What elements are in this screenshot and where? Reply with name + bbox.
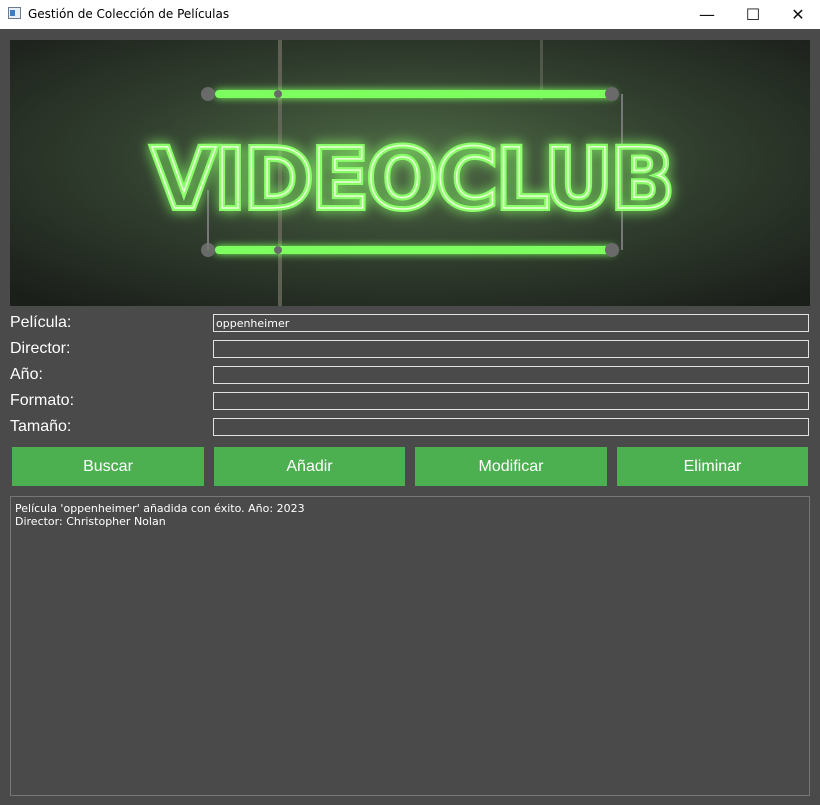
delete-button[interactable]: Eliminar [617,447,808,486]
size-label: Tamaño: [10,418,72,435]
director-input[interactable] [213,340,809,358]
minimize-button[interactable]: — [684,0,730,29]
year-input[interactable] [213,366,809,384]
maximize-button[interactable]: ☐ [730,0,776,29]
window-title: Gestión de Colección de Películas [28,7,230,21]
banner-image: VIDEOCLUB VIDEOCLUB [10,40,810,306]
format-input[interactable] [213,392,809,410]
videoclub-banner: VIDEOCLUB VIDEOCLUB [10,40,810,306]
app-icon [8,7,21,19]
modify-button[interactable]: Modificar [415,447,607,486]
close-button[interactable]: ✕ [775,0,820,29]
svg-text:VIDEOCLUB: VIDEOCLUB [151,130,672,228]
title-bar: Gestión de Colección de Películas — ☐ ✕ [0,0,820,29]
movie-label: Película: [10,314,72,331]
year-label: Año: [10,366,43,383]
search-button[interactable]: Buscar [12,447,204,486]
movie-input[interactable] [213,314,809,332]
format-label: Formato: [10,392,75,409]
director-label: Director: [10,340,71,357]
add-button[interactable]: Añadir [214,447,405,486]
size-input[interactable] [213,418,809,436]
output-text-area[interactable]: Película 'oppenheimer' añadida con éxito… [10,496,810,796]
